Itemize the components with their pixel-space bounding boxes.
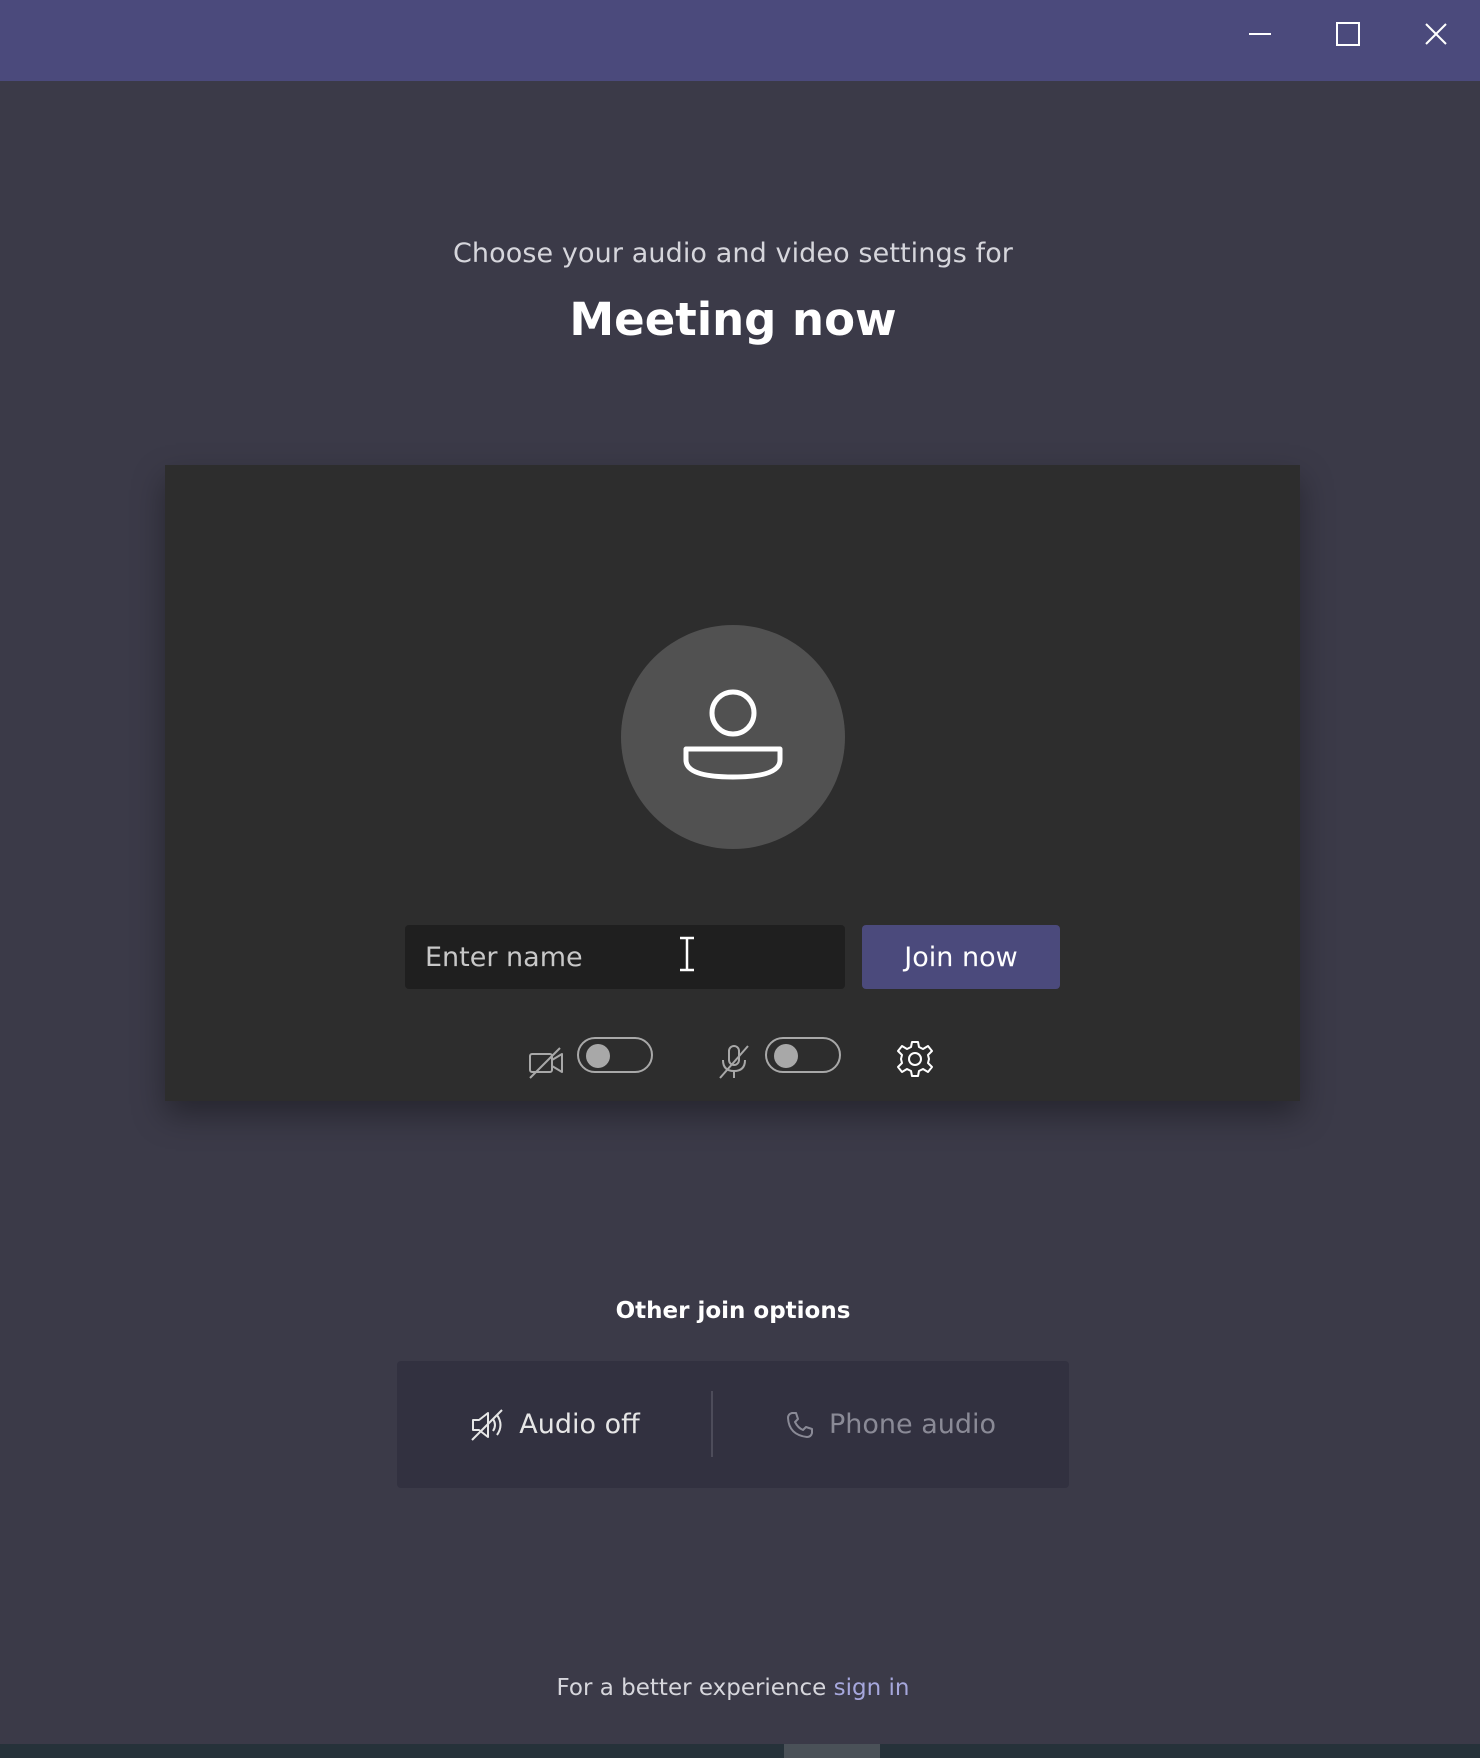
speaker-off-icon — [471, 1408, 503, 1441]
maximize-icon — [1336, 22, 1360, 46]
audio-off-option[interactable]: Audio off — [397, 1361, 712, 1488]
join-now-button[interactable]: Join now — [862, 925, 1060, 989]
close-icon — [1425, 23, 1447, 45]
taskbar-strip — [0, 1744, 1480, 1758]
video-preview-card: Join now — [165, 465, 1300, 1101]
phone-icon — [786, 1411, 813, 1438]
minimize-button[interactable] — [1216, 0, 1304, 68]
person-icon — [683, 689, 783, 780]
maximize-button[interactable] — [1304, 0, 1392, 68]
other-join-options-title: Other join options — [615, 1298, 851, 1324]
text-cursor-icon — [680, 936, 694, 972]
minimize-icon — [1249, 33, 1271, 35]
phone-audio-label: Phone audio — [828, 1409, 997, 1440]
camera-toggle-knob — [586, 1044, 610, 1068]
other-join-options: Audio off Phone audio — [397, 1361, 1069, 1488]
sign-in-link[interactable]: sign in — [834, 1675, 910, 1701]
phone-audio-option[interactable]: Phone audio — [712, 1361, 1069, 1488]
avatar — [621, 625, 845, 849]
audio-off-label: Audio off — [519, 1409, 640, 1440]
settings-subtitle: Choose your audio and video settings for — [452, 238, 1014, 269]
footer-text: For a better experience — [556, 1675, 827, 1701]
close-button[interactable] — [1392, 0, 1480, 68]
settings-gear-icon[interactable] — [894, 1038, 936, 1080]
camera-toggle[interactable] — [577, 1037, 653, 1073]
camera-off-icon — [529, 1047, 563, 1079]
title-bar — [0, 0, 1480, 81]
name-input[interactable] — [405, 925, 845, 989]
mic-toggle-knob — [774, 1044, 798, 1068]
footer-sign-in-prompt: For a better experience sign in — [0, 1675, 1466, 1701]
mic-off-icon — [719, 1045, 749, 1079]
meeting-title: Meeting now — [569, 293, 897, 346]
taskbar-tab[interactable] — [784, 1744, 880, 1758]
mic-toggle[interactable] — [765, 1037, 841, 1073]
